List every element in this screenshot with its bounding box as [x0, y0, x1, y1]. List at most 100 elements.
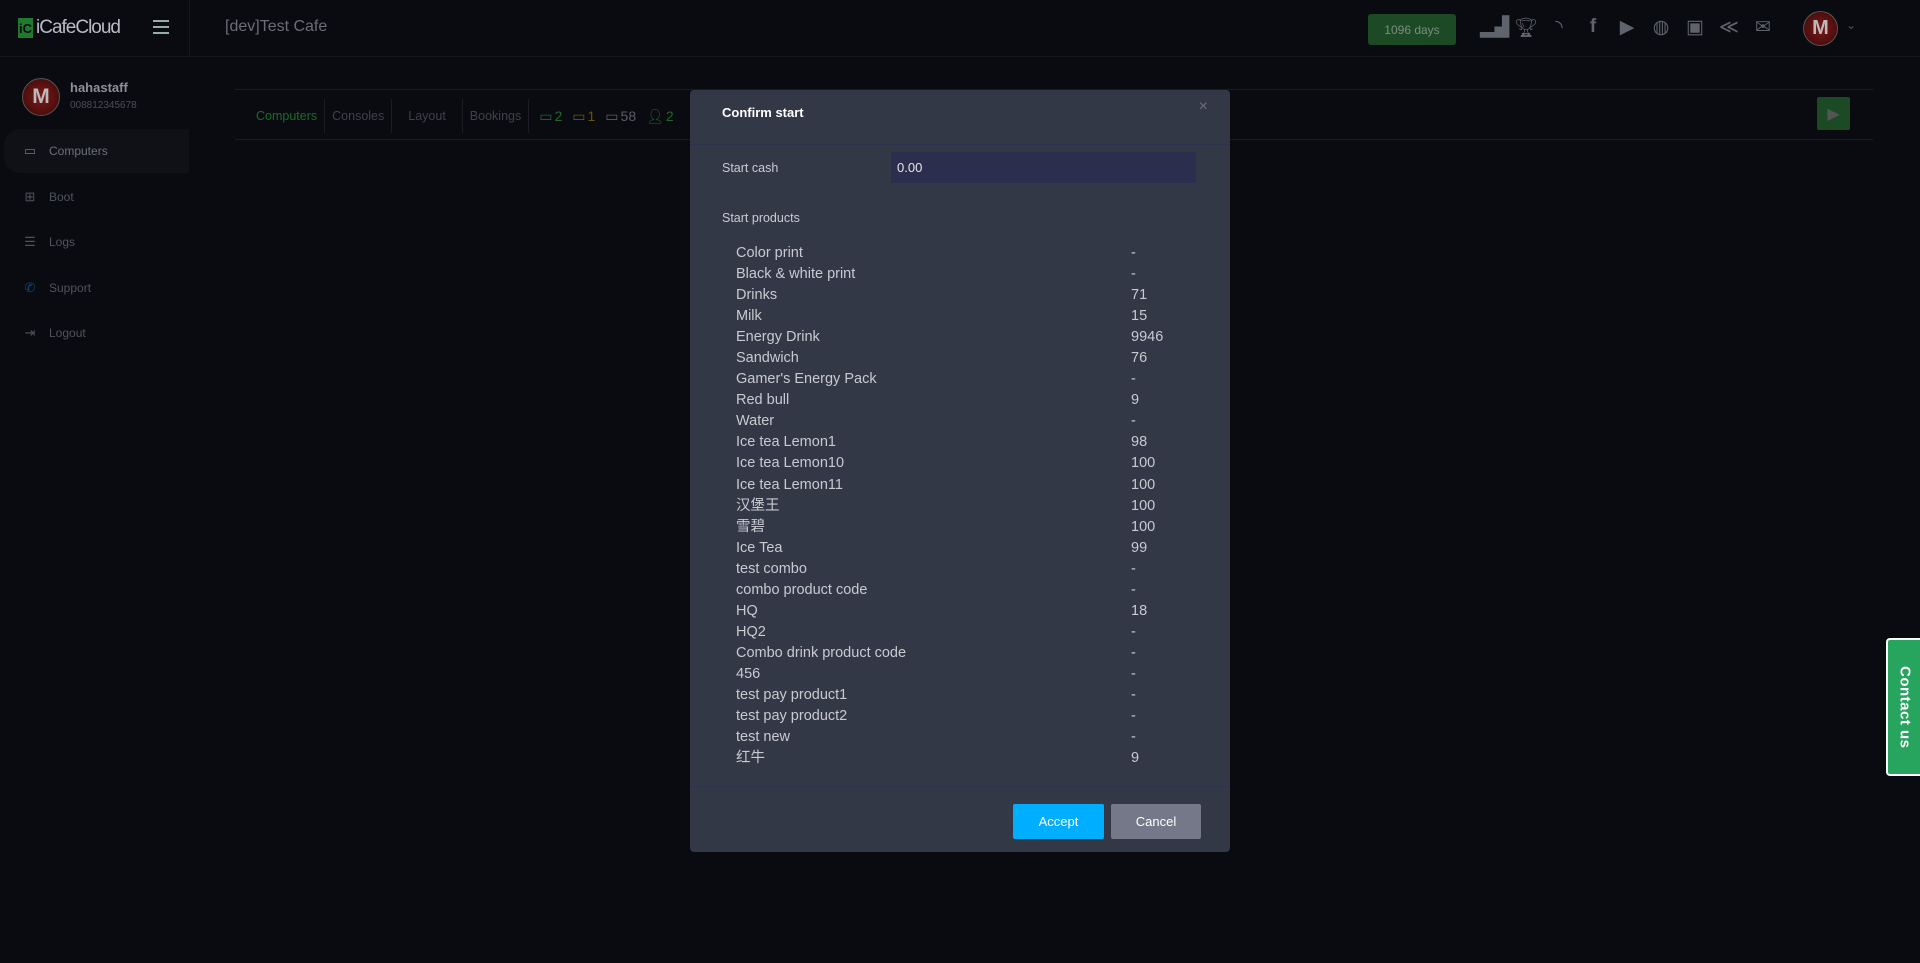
- product-qty: 100: [1131, 476, 1156, 493]
- accept-button[interactable]: Accept: [1013, 804, 1104, 839]
- sidebar-item-support[interactable]: ✆ Support: [4, 266, 189, 310]
- icafe-icon[interactable]: ▣: [1684, 16, 1706, 40]
- hamburger-menu-icon[interactable]: [153, 20, 169, 34]
- rss-icon[interactable]: ◝: [1548, 16, 1570, 40]
- product-name: Milk: [736, 308, 762, 325]
- mail-icon[interactable]: ✉: [1752, 16, 1774, 40]
- product-qty: -: [1131, 644, 1136, 661]
- product-name: 红牛: [736, 750, 765, 767]
- list-item: Gamer's Energy Pack -: [736, 369, 1176, 390]
- product-name: Drinks: [736, 287, 778, 304]
- user-phone: 008812345678: [70, 100, 137, 111]
- list-item: Ice Tea 99: [736, 538, 1176, 559]
- product-name: Color print: [736, 245, 803, 261]
- product-name: HQ2: [736, 623, 766, 640]
- sidebar-item-label: Support: [49, 281, 92, 295]
- product-qty: -: [1131, 729, 1136, 746]
- tab-computers[interactable]: Computers: [249, 99, 326, 133]
- globe-icon[interactable]: ◍: [1650, 16, 1672, 40]
- product-name: Ice Tea: [736, 539, 783, 556]
- product-name: Combo drink product code: [736, 644, 907, 661]
- sidebar-item-label: Boot: [49, 190, 74, 204]
- sidebar-item-computers[interactable]: ▭ Computers: [4, 129, 189, 173]
- monitor-icon: ▭: [539, 107, 553, 124]
- logo[interactable]: iC iCafeCloud: [18, 17, 121, 39]
- ranking-icon[interactable]: ▂▟: [1480, 16, 1509, 40]
- start-cash-input[interactable]: [891, 152, 1196, 183]
- youtube-icon[interactable]: ▶: [1616, 16, 1638, 40]
- sidebar-item-logs[interactable]: ☰ Logs: [4, 220, 189, 264]
- top-avatar[interactable]: M: [1803, 11, 1838, 46]
- cafe-title: [dev]Test Cafe: [225, 18, 328, 35]
- product-qty: 9: [1131, 392, 1140, 409]
- tab-bookings[interactable]: Bookings: [463, 99, 530, 133]
- tab-consoles[interactable]: Consoles: [325, 99, 393, 133]
- product-name: 雪碧: [736, 518, 765, 535]
- total-stat: ▭ 58: [605, 108, 636, 125]
- product-qty: -: [1131, 560, 1136, 577]
- dialog-header: Confirm start ×: [690, 90, 1230, 145]
- product-qty: 15: [1131, 308, 1148, 325]
- play-icon: ▶: [1827, 105, 1840, 123]
- sidebar-item-boot[interactable]: ⊞ Boot: [4, 175, 189, 219]
- product-name: Energy Drink: [736, 329, 820, 346]
- product-name: combo product code: [736, 581, 868, 598]
- online-count: 2: [554, 108, 563, 124]
- product-name: Ice tea Lemon1: [736, 434, 836, 451]
- list-item: Combo drink product code -: [736, 643, 1176, 664]
- product-qty: -: [1131, 686, 1136, 703]
- list-item: 456 -: [736, 664, 1176, 685]
- list-item: Color print -: [736, 243, 1176, 264]
- product-qty: 99: [1131, 539, 1148, 556]
- top-icons: ▂▟ 🏆︎ ◝ f ▶ ◍ ▣ ≪ ✉: [1480, 16, 1774, 40]
- logout-icon: ⇥: [24, 325, 36, 340]
- contact-us-button[interactable]: Contact us: [1886, 638, 1920, 776]
- user-name: hahastaff: [70, 80, 128, 95]
- logo-text: iCafeCloud: [36, 17, 121, 38]
- days-badge[interactable]: 1096 days: [1368, 14, 1456, 45]
- product-qty: -: [1131, 245, 1136, 261]
- product-name: Ice tea Lemon11: [736, 476, 843, 493]
- product-name: test combo: [736, 560, 807, 577]
- sidebar-item-logout[interactable]: ⇥ Logout: [4, 311, 189, 355]
- list-item: Energy Drink 9946: [736, 327, 1176, 348]
- close-icon[interactable]: ×: [1199, 98, 1208, 116]
- product-name: 汉堡王: [736, 497, 780, 514]
- product-name: test new: [736, 729, 790, 746]
- product-qty: -: [1131, 266, 1136, 283]
- list-item: test pay product1 -: [736, 685, 1176, 706]
- product-name: Gamer's Energy Pack: [736, 371, 877, 388]
- product-name: Ice tea Lemon10: [736, 455, 845, 472]
- facebook-icon[interactable]: f: [1582, 16, 1604, 40]
- list-item: Red bull 9: [736, 390, 1176, 411]
- list-item: Ice tea Lemon1 98: [736, 432, 1176, 453]
- confirm-start-dialog: Confirm start × Start cash Start product…: [690, 90, 1230, 852]
- trophy-icon[interactable]: 🏆︎: [1514, 16, 1538, 40]
- product-qty: 98: [1131, 434, 1148, 451]
- sidebar-item-label: Computers: [49, 144, 108, 158]
- monitor-icon: ▭: [605, 107, 619, 124]
- list-item: combo product code -: [736, 580, 1176, 601]
- windows-icon: ⊞: [24, 189, 36, 204]
- logo-mark: iC: [18, 18, 33, 38]
- start-products-label: Start products: [722, 211, 800, 225]
- chevron-down-icon[interactable]: ⌄: [1846, 18, 1856, 32]
- divider: [189, 0, 190, 57]
- sidebar-item-label: Logout: [49, 326, 86, 340]
- tab-layout[interactable]: Layout: [392, 99, 463, 133]
- warning-count: 1: [587, 108, 596, 124]
- cancel-button[interactable]: Cancel: [1111, 804, 1201, 839]
- sidebar-item-label: Logs: [49, 235, 76, 249]
- partner-icon[interactable]: ≪: [1718, 16, 1740, 40]
- start-cash-label: Start cash: [722, 161, 779, 175]
- product-qty: 9: [1131, 750, 1140, 767]
- product-qty: 76: [1131, 350, 1148, 367]
- product-qty: 71: [1131, 287, 1148, 304]
- dialog-title: Confirm start: [722, 105, 804, 120]
- tab-bar: Computers Consoles Layout Bookings ▭ 2 ▭ 1…: [249, 97, 674, 135]
- list-item: test combo -: [736, 559, 1176, 580]
- list-icon: ☰: [24, 234, 36, 249]
- list-item: 红牛 9: [736, 748, 1176, 769]
- contact-us-label: Contact us: [1896, 665, 1914, 749]
- start-button[interactable]: ▶: [1817, 97, 1850, 130]
